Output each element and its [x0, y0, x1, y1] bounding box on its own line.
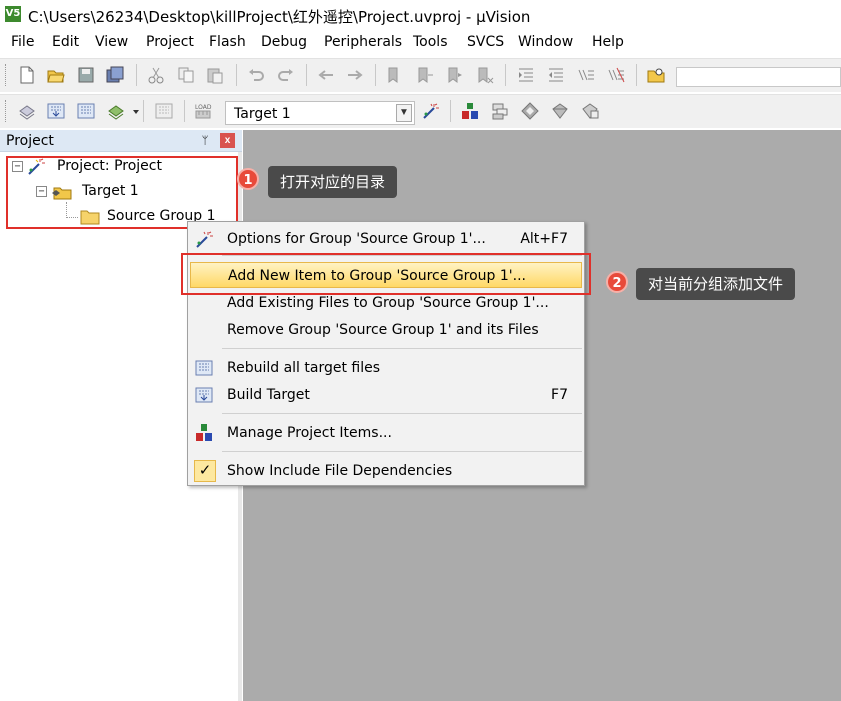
menu-item-label: Build Target — [227, 387, 310, 403]
menu-item-label: Options for Group 'Source Group 1'... — [227, 231, 486, 247]
menu-item-shortcut: Alt+F7 — [520, 231, 568, 247]
indent-icon[interactable] — [517, 66, 535, 84]
target-select[interactable]: Target 1 ▼ — [225, 101, 415, 125]
annotation-marker-2: 2 — [606, 271, 628, 293]
menu-debug[interactable]: Debug — [261, 34, 307, 50]
cut-icon[interactable] — [147, 66, 165, 84]
find-in-files-icon[interactable] — [647, 66, 665, 84]
rebuild-icon — [194, 358, 214, 378]
save-all-icon[interactable] — [106, 66, 124, 84]
menu-item-manage-project-items[interactable]: Manage Project Items... — [190, 420, 582, 446]
annotation-label-1: 打开对应的目录 — [268, 166, 398, 198]
new-file-icon[interactable] — [18, 66, 36, 84]
title-bar: V5 C:\Users\26234\Desktop\killProject\红外… — [0, 0, 841, 30]
build-icon — [194, 385, 214, 405]
toolbar-separator — [136, 64, 137, 86]
bookmark-previous-icon[interactable] — [416, 66, 434, 84]
menu-tools[interactable]: Tools — [413, 34, 448, 50]
menu-item-label: Add Existing Files to Group 'Source Grou… — [227, 295, 549, 311]
toolbar-separator — [505, 64, 506, 86]
menu-bar: File Edit View Project Flash Debug Perip… — [0, 30, 841, 56]
menu-svcs[interactable]: SVCS — [467, 34, 504, 50]
toolbar-separator — [375, 64, 376, 86]
menu-separator — [222, 413, 582, 414]
find-combobox[interactable] — [676, 67, 841, 87]
paste-icon[interactable] — [206, 66, 224, 84]
target-select-value: Target 1 — [234, 106, 291, 122]
project-window-title: Project — [6, 133, 54, 149]
navigate-back-icon[interactable] — [317, 66, 335, 84]
build-toolbar: LOAD Target 1 ▼ — [0, 94, 841, 128]
batch-build-dropdown-arrow-icon[interactable] — [127, 102, 139, 120]
download-load-icon[interactable]: LOAD — [194, 102, 212, 120]
load-icon-text: LOAD — [195, 104, 212, 111]
chevron-down-icon[interactable]: ▼ — [396, 104, 412, 122]
menu-file[interactable]: File — [11, 34, 34, 50]
window-title: C:\Users\26234\Desktop\killProject\红外遥控\… — [28, 8, 531, 26]
file-toolbar — [0, 58, 841, 92]
toolbar-grip[interactable] — [5, 100, 8, 122]
close-icon[interactable]: x — [220, 133, 235, 148]
manage-components-icon[interactable] — [551, 102, 569, 120]
toolbar-separator — [636, 64, 637, 86]
pin-icon[interactable]: ᛘ — [199, 134, 211, 148]
menu-separator — [222, 348, 582, 349]
toolbar-separator — [236, 64, 237, 86]
batch-build-icon[interactable] — [107, 102, 125, 120]
menu-edit[interactable]: Edit — [52, 34, 79, 50]
save-icon[interactable] — [77, 66, 95, 84]
uncomment-icon[interactable] — [607, 66, 625, 84]
menu-window[interactable]: Window — [518, 34, 573, 50]
menu-item-rebuild-all[interactable]: Rebuild all target files — [190, 355, 582, 381]
checkmark-icon: ✓ — [194, 460, 216, 482]
annotation-highlight-menu-item — [181, 253, 591, 295]
redo-icon[interactable] — [277, 66, 295, 84]
project-window-header: Project ᛘ x — [0, 130, 242, 152]
menu-item-build-target[interactable]: Build Target F7 — [190, 382, 582, 408]
navigate-forward-icon[interactable] — [346, 66, 364, 84]
menu-item-show-include-dependencies[interactable]: ✓ Show Include File Dependencies — [190, 458, 582, 484]
unindent-icon[interactable] — [547, 66, 565, 84]
build-icon[interactable] — [47, 102, 65, 120]
menu-item-remove-group[interactable]: Remove Group 'Source Group 1' and its Fi… — [190, 317, 582, 343]
menu-item-label: Rebuild all target files — [227, 360, 381, 376]
menu-item-label: Remove Group 'Source Group 1' and its Fi… — [227, 322, 539, 338]
toolbar-grip[interactable] — [5, 64, 8, 86]
toolbar-separator — [184, 100, 185, 122]
pack-installer-icon[interactable] — [521, 102, 539, 120]
menu-flash[interactable]: Flash — [209, 34, 246, 50]
rebuild-icon[interactable] — [77, 102, 95, 120]
copy-icon[interactable] — [177, 66, 195, 84]
bookmark-clear-icon[interactable] — [476, 66, 494, 84]
select-packs-icon[interactable] — [491, 102, 509, 120]
comment-icon[interactable] — [577, 66, 595, 84]
menu-help[interactable]: Help — [592, 34, 624, 50]
annotation-marker-1: 1 — [237, 168, 259, 190]
toolbar-separator — [450, 100, 451, 122]
toolbar-separator — [306, 64, 307, 86]
manage-project-items-icon[interactable] — [461, 102, 479, 120]
menu-item-options-for-group[interactable]: Options for Group 'Source Group 1'... Al… — [190, 226, 582, 252]
menu-peripherals[interactable]: Peripherals — [324, 34, 402, 50]
bookmark-insert-icon[interactable] — [386, 66, 404, 84]
annotation-highlight-tree — [6, 156, 238, 229]
toolbar-separator — [143, 100, 144, 122]
options-wand-icon — [194, 229, 214, 249]
menu-item-label: Show Include File Dependencies — [227, 463, 453, 479]
target-options-wand-icon[interactable] — [422, 102, 440, 120]
manage-items-icon — [194, 423, 214, 443]
stop-build-icon[interactable] — [155, 102, 173, 120]
open-file-icon[interactable] — [47, 66, 65, 84]
menu-project[interactable]: Project — [146, 34, 194, 50]
translate-icon[interactable] — [18, 102, 36, 120]
annotation-label-2: 对当前分组添加文件 — [636, 268, 796, 300]
bookmark-next-icon[interactable] — [446, 66, 464, 84]
menu-item-shortcut: F7 — [551, 387, 568, 403]
menu-separator — [222, 451, 582, 452]
run-time-environment-icon[interactable] — [581, 102, 599, 120]
uvision-app-icon: V5 — [5, 6, 21, 22]
menu-view[interactable]: View — [95, 34, 128, 50]
menu-item-label: Manage Project Items... — [227, 425, 392, 441]
undo-icon[interactable] — [247, 66, 265, 84]
